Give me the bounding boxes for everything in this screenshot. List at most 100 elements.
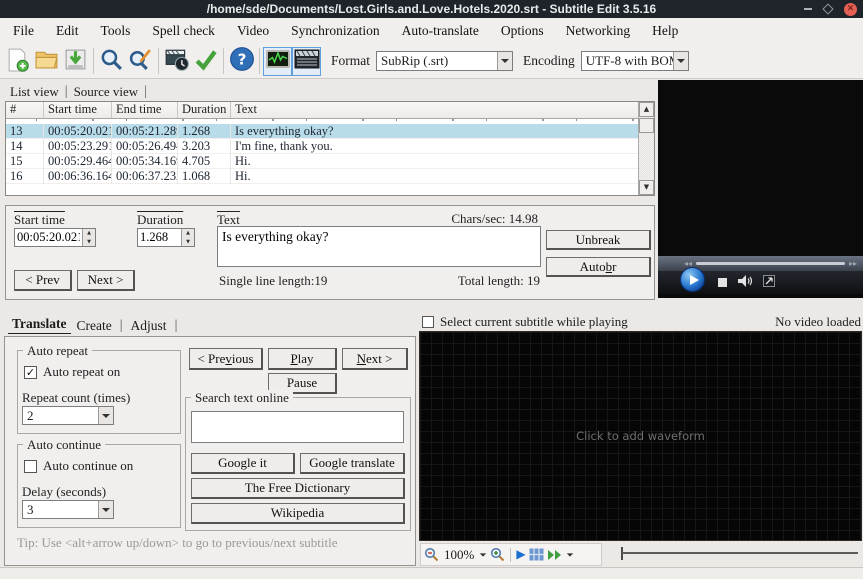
position-slider-track[interactable] (622, 552, 858, 554)
free-dictionary-button[interactable]: The Free Dictionary (191, 478, 405, 499)
replace-button[interactable] (126, 47, 155, 76)
col-end-time[interactable]: End time (112, 102, 178, 118)
auto-continue-checkbox[interactable] (24, 460, 37, 473)
help-button[interactable]: ? (227, 47, 256, 76)
col-start-time[interactable]: Start time (44, 102, 112, 118)
next-button-translate[interactable]: Next > (342, 348, 408, 370)
video-player[interactable]: ◂◂ ▸▸ (658, 80, 863, 298)
volume-icon[interactable] (737, 274, 753, 292)
col-number[interactable]: # (6, 102, 44, 118)
toggle-video-button[interactable] (292, 47, 321, 76)
play-button[interactable] (680, 267, 705, 292)
spinner-arrows-icon[interactable]: ▲▼ (181, 229, 194, 246)
subtitle-text-input[interactable]: Is everything okay? (217, 226, 541, 267)
col-duration[interactable]: Duration (178, 102, 231, 118)
tab-create[interactable]: Create (71, 318, 118, 334)
zoom-in-icon[interactable] (490, 547, 505, 562)
waveform-icon (265, 47, 291, 75)
menu-help[interactable]: Help (641, 23, 689, 39)
ffwd-dropdown-arrow-icon[interactable] (566, 553, 572, 556)
auto-repeat-checkbox[interactable]: ✓ (24, 366, 37, 379)
play-icon (690, 275, 699, 285)
format-dropdown[interactable]: SubRip (.srt) (376, 51, 513, 71)
google-it-button[interactable]: Google it (191, 453, 295, 474)
scrollbar-thumb[interactable] (639, 118, 654, 133)
video-position-icon[interactable] (529, 548, 544, 561)
play-button-translate[interactable]: Play (268, 348, 337, 370)
waveform-zoom-value[interactable]: 100% (442, 547, 476, 563)
col-text[interactable]: Text (231, 102, 638, 118)
menu-video[interactable]: Video (226, 23, 280, 39)
waveform-play-icon[interactable]: ▶ (516, 547, 525, 562)
tab-list-view[interactable]: List view (6, 84, 63, 100)
fullscreen-icon[interactable] (763, 275, 775, 291)
stop-button[interactable] (718, 278, 727, 287)
zoom-out-icon[interactable] (424, 547, 439, 562)
previous-button[interactable]: < Previous (189, 348, 263, 370)
spell-check-icon (193, 47, 218, 76)
table-row[interactable]: 16 00:06:36.164 00:06:37.232 1.068 Hi. (6, 169, 638, 184)
next-subtitle-button[interactable]: Next > (77, 270, 135, 291)
chars-per-sec: Chars/sec: 14.98 (446, 211, 538, 227)
wikipedia-button[interactable]: Wikipedia (191, 503, 405, 524)
toggle-waveform-button[interactable] (263, 47, 292, 76)
delay-label: Delay (seconds) (22, 484, 106, 500)
tab-adjust[interactable]: Adjust (125, 318, 173, 334)
repeat-count-label: Repeat count (times) (22, 390, 130, 406)
menu-options[interactable]: Options (490, 23, 555, 39)
waveform-area[interactable]: Click to add waveform (419, 331, 862, 541)
save-button[interactable] (61, 47, 90, 76)
zoom-dropdown-arrow-icon[interactable] (480, 553, 486, 556)
auto-br-button[interactable]: Auto br (546, 257, 651, 277)
unbreak-button[interactable]: Unbreak (546, 230, 651, 250)
scroll-down-icon[interactable]: ▼ (639, 180, 654, 195)
subtitle-editor-panel: Start time ▲▼ Duration ▲▼ Text Chars/sec… (5, 205, 655, 300)
table-row[interactable]: 15 00:05:29.464 00:05:34.169 4.705 Hi. (6, 154, 638, 169)
prev-subtitle-button[interactable]: < Prev (14, 270, 72, 291)
new-file-button[interactable] (3, 47, 32, 76)
tab-source-view[interactable]: Source view (70, 84, 143, 100)
table-row[interactable]: 14 00:05:23.291 00:05:26.494 3.203 I'm f… (6, 139, 638, 154)
seek-forward-icon[interactable]: ▸▸ (849, 259, 857, 268)
duration-spinner[interactable]: ▲▼ (137, 228, 195, 247)
search-text-online-group: Search text online Google it Google tran… (185, 397, 411, 531)
duration-input[interactable] (138, 229, 181, 246)
video-player-icon (294, 47, 320, 75)
table-row[interactable]: 13 00:05:20.021 00:05:21.289 1.268 Is ev… (6, 124, 638, 139)
visual-sync-button[interactable] (162, 47, 191, 76)
toolbar-separator (223, 48, 224, 74)
menu-edit[interactable]: Edit (45, 23, 90, 39)
menu-spell-check[interactable]: Spell check (141, 23, 226, 39)
seek-bar[interactable] (696, 262, 845, 265)
menu-tools[interactable]: Tools (90, 23, 142, 39)
menu-file[interactable]: File (2, 23, 45, 39)
scroll-up-icon[interactable]: ▲ (639, 102, 654, 117)
start-time-label: Start time (14, 212, 65, 228)
spinner-arrows-icon[interactable]: ▲▼ (82, 229, 95, 246)
spell-check-button[interactable] (191, 47, 220, 76)
repeat-count-dropdown[interactable]: 2 (22, 406, 114, 425)
google-translate-button[interactable]: Google translate (300, 453, 405, 474)
dropdown-arrow-icon (673, 52, 688, 70)
menu-networking[interactable]: Networking (555, 23, 642, 39)
fast-forward-icon[interactable] (547, 549, 563, 561)
open-file-button[interactable] (32, 47, 61, 76)
waveform-placeholder: Click to add waveform (576, 429, 705, 443)
tab-translate[interactable]: Translate (8, 316, 71, 334)
close-button[interactable]: ✕ (844, 3, 857, 16)
search-text-input[interactable] (191, 411, 404, 443)
table-scrollbar[interactable]: ▲ ▼ (638, 102, 654, 195)
total-length: Total length: 19 (406, 273, 540, 289)
start-time-input[interactable] (15, 229, 82, 246)
encoding-dropdown[interactable]: UTF-8 with BOM (581, 51, 689, 71)
save-icon (63, 47, 88, 76)
minimize-button[interactable] (804, 8, 812, 10)
menu-synchronization[interactable]: Synchronization (280, 23, 390, 39)
start-time-spinner[interactable]: ▲▼ (14, 228, 96, 247)
open-folder-icon (34, 47, 59, 76)
maximize-button[interactable] (822, 3, 833, 14)
select-subtitle-checkbox[interactable] (422, 316, 434, 328)
delay-dropdown[interactable]: 3 (22, 500, 114, 519)
find-button[interactable] (97, 47, 126, 76)
menu-auto-translate[interactable]: Auto-translate (391, 23, 490, 39)
